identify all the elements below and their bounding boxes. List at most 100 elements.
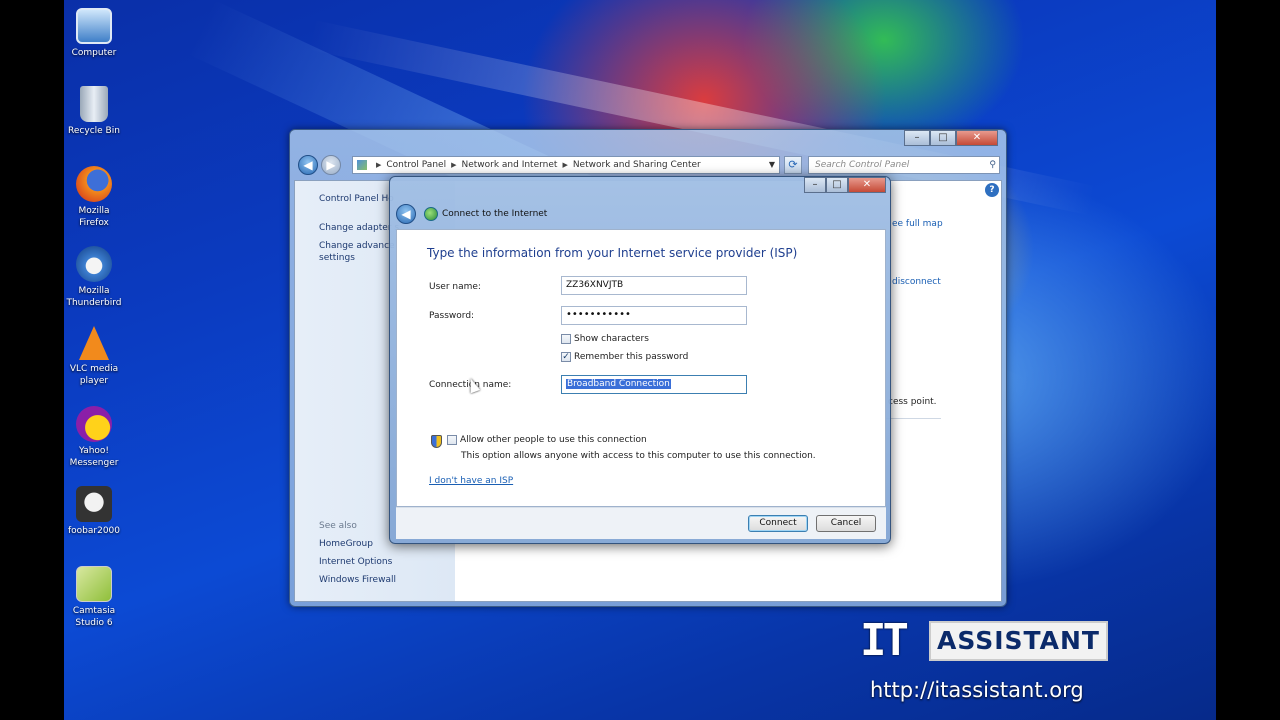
- desktop-icon-thunderbird[interactable]: Mozilla Thunderbird: [64, 246, 124, 309]
- allow-others-row: Allow other people to use this connectio…: [447, 435, 647, 445]
- back-arrow-icon: ◀: [401, 207, 411, 221]
- address-bar[interactable]: ▶ Control Panel ▶ Network and Internet ▶…: [352, 156, 780, 174]
- see-also-heading: See also: [319, 521, 357, 531]
- access-point-text: cess point.: [888, 397, 937, 407]
- link-line: settings: [319, 253, 355, 263]
- dialog-window-controls: – □ ✕: [804, 177, 886, 193]
- desktop-icon-label: foobar2000: [67, 526, 120, 536]
- yahoo-messenger-icon: [76, 406, 112, 442]
- thunderbird-icon: [76, 246, 112, 282]
- username-field[interactable]: ZZ36XNVJTB: [561, 276, 747, 295]
- control-panel-home-link[interactable]: Control Panel Ho: [319, 193, 394, 205]
- remember-password-row: ✓ Remember this password: [561, 352, 688, 362]
- watermark-brand: ASSISTANT: [928, 621, 1108, 661]
- breadcrumb-chevron-icon: ▶: [562, 161, 568, 169]
- refresh-button[interactable]: ⟳: [784, 156, 802, 174]
- divider: [885, 418, 941, 419]
- allow-others-label[interactable]: Allow other people to use this connectio…: [460, 435, 647, 445]
- desktop-icon-label: Mozilla: [78, 286, 110, 296]
- no-isp-link[interactable]: I don't have an ISP: [429, 476, 513, 486]
- internet-options-link[interactable]: Internet Options: [319, 556, 392, 568]
- username-label: User name:: [429, 282, 481, 292]
- show-characters-label[interactable]: Show characters: [574, 334, 649, 344]
- back-arrow-icon: ◀: [303, 158, 313, 172]
- password-label: Password:: [429, 311, 475, 321]
- link-line: Change advance: [319, 241, 395, 251]
- recycle-bin-icon: [80, 86, 108, 122]
- remember-password-label[interactable]: Remember this password: [574, 352, 688, 362]
- minimize-button[interactable]: –: [904, 130, 930, 146]
- dialog-header: ◀ Connect to the Internet: [396, 201, 886, 227]
- breadcrumb-control-panel[interactable]: Control Panel: [386, 160, 446, 170]
- allow-others-description: This option allows anyone with access to…: [461, 451, 816, 461]
- window-controls: – □ ✕: [904, 130, 998, 146]
- search-icon[interactable]: ⚲: [989, 157, 996, 173]
- computer-icon: [76, 8, 112, 44]
- back-button[interactable]: ◀: [298, 155, 318, 175]
- desktop-icon-foobar2000[interactable]: foobar2000: [64, 486, 124, 537]
- dialog-title: Connect to the Internet: [442, 209, 548, 219]
- address-dropdown-icon[interactable]: ▼: [769, 160, 775, 169]
- desktop-icon-label: Yahoo!: [78, 446, 110, 456]
- desktop-icon-firefox[interactable]: Mozilla Firefox: [64, 166, 124, 229]
- change-advanced-sharing-link[interactable]: Change advance settings: [319, 240, 395, 264]
- change-adapter-settings-link[interactable]: Change adapter s: [319, 222, 399, 234]
- dialog-back-button[interactable]: ◀: [396, 204, 416, 224]
- dialog-minimize-button[interactable]: –: [804, 177, 826, 193]
- desktop-icon-camtasia[interactable]: Camtasia Studio 6: [64, 566, 124, 629]
- cancel-button[interactable]: Cancel: [816, 515, 876, 532]
- desktop-icon-label: Thunderbird: [66, 298, 122, 308]
- allow-others-checkbox[interactable]: [447, 435, 457, 445]
- see-full-map-link[interactable]: ee full map: [892, 219, 943, 229]
- desktop-icon-vlc[interactable]: VLC media player: [64, 326, 124, 387]
- desktop-icon-label: Firefox: [79, 218, 109, 228]
- dialog-footer: Connect Cancel: [396, 507, 886, 539]
- desktop-icon-label: VLC media: [69, 364, 119, 374]
- connect-button[interactable]: Connect: [748, 515, 808, 532]
- connect-to-internet-dialog: – □ ✕ ◀ Connect to the Internet Type the…: [389, 176, 891, 544]
- close-button[interactable]: ✕: [956, 130, 998, 146]
- breadcrumb-network-and-internet[interactable]: Network and Internet: [461, 160, 557, 170]
- dialog-maximize-button[interactable]: □: [826, 177, 848, 193]
- camtasia-icon: [76, 566, 112, 602]
- desktop-icon-label: Studio 6: [75, 618, 113, 628]
- windows-firewall-link[interactable]: Windows Firewall: [319, 574, 396, 586]
- desktop-icon-label: Camtasia: [72, 606, 116, 616]
- connection-name-selected-text: Broadband Connection: [566, 379, 671, 389]
- homegroup-link[interactable]: HomeGroup: [319, 538, 373, 550]
- watermark-logo: IT ASSISTANT: [860, 618, 1108, 664]
- dialog-close-button[interactable]: ✕: [848, 177, 886, 193]
- desktop-icon-label: Computer: [71, 48, 117, 58]
- dialog-heading: Type the information from your Internet …: [427, 246, 798, 260]
- disconnect-link[interactable]: disconnect: [892, 277, 941, 287]
- foobar2000-icon: [76, 486, 112, 522]
- maximize-button[interactable]: □: [930, 130, 956, 146]
- desktop-icon-computer[interactable]: Computer: [64, 8, 124, 59]
- breadcrumb-network-sharing-center[interactable]: Network and Sharing Center: [573, 160, 701, 170]
- show-characters-row: Show characters: [561, 334, 649, 344]
- desktop-icon-yahoo-messenger[interactable]: Yahoo! Messenger: [64, 406, 124, 469]
- search-input[interactable]: Search Control Panel ⚲: [808, 156, 1000, 174]
- control-panel-icon: [357, 160, 367, 170]
- remember-password-checkbox[interactable]: ✓: [561, 352, 571, 362]
- network-globe-icon: [424, 207, 438, 221]
- firefox-icon: [76, 166, 112, 202]
- password-field[interactable]: •••••••••••: [561, 306, 747, 325]
- uac-shield-icon: [431, 435, 442, 448]
- vlc-cone-icon: [79, 326, 109, 360]
- desktop-icon-label: Recycle Bin: [68, 126, 120, 136]
- search-placeholder: Search Control Panel: [815, 160, 910, 170]
- watermark-url: http://itassistant.org: [870, 678, 1084, 702]
- show-characters-checkbox[interactable]: [561, 334, 571, 344]
- desktop-icon-label: player: [79, 376, 109, 386]
- forward-button[interactable]: ▶: [321, 155, 341, 175]
- address-row: ◀ ▶ ▶ Control Panel ▶ Network and Intern…: [296, 154, 1002, 176]
- breadcrumb-chevron-icon: ▶: [376, 161, 382, 169]
- dialog-body: Type the information from your Internet …: [396, 229, 886, 507]
- desktop-icon-label: Messenger: [69, 458, 119, 468]
- forward-arrow-icon: ▶: [326, 158, 336, 172]
- connection-name-field[interactable]: Broadband Connection: [561, 375, 747, 394]
- desktop-icon-recycle-bin[interactable]: Recycle Bin: [64, 86, 124, 137]
- help-icon[interactable]: ?: [985, 183, 999, 197]
- refresh-icon: ⟳: [788, 158, 798, 171]
